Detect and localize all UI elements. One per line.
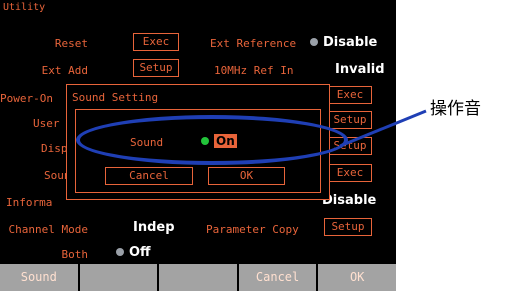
dialog-sound-label: Sound bbox=[130, 136, 164, 149]
both-value-text: Off bbox=[129, 245, 151, 260]
dialog-sound-value: On bbox=[214, 134, 237, 148]
ext-reference-value[interactable]: Disable bbox=[310, 35, 377, 50]
ext-reference-indicator-icon bbox=[310, 38, 318, 46]
both-value[interactable]: Off bbox=[116, 245, 151, 260]
parameter-copy-label: Parameter Copy bbox=[206, 223, 299, 236]
softkey-2[interactable] bbox=[79, 264, 158, 291]
ext-add-setup-button[interactable]: Setup bbox=[133, 59, 179, 77]
ext-reference-text: Disable bbox=[323, 35, 378, 50]
parameter-copy-setup-button[interactable]: Setup bbox=[324, 218, 372, 236]
both-label: Both bbox=[61, 248, 89, 261]
information-label: Informa bbox=[6, 196, 53, 209]
dialog-sound-toggle[interactable]: On bbox=[201, 134, 237, 148]
channel-mode-value[interactable]: Indep bbox=[133, 220, 175, 235]
channel-mode-label: Channel Mode bbox=[8, 223, 88, 236]
softkey-3[interactable] bbox=[159, 264, 237, 291]
dialog-title: Sound Setting bbox=[72, 91, 159, 104]
reset-exec-button[interactable]: Exec bbox=[133, 33, 179, 51]
softkey-bar: Sound Cancel OK bbox=[0, 264, 396, 291]
softkey-ok[interactable]: OK bbox=[318, 264, 396, 291]
softkey-sound[interactable]: Sound bbox=[0, 264, 78, 291]
both-indicator-icon bbox=[116, 248, 124, 256]
display-setup-button[interactable]: Setup bbox=[328, 137, 372, 155]
information-value: Disable bbox=[322, 193, 377, 208]
reset-label: Reset bbox=[54, 37, 88, 50]
callout-label: 操作音 bbox=[430, 99, 481, 119]
dialog-body: Sound On Cancel OK bbox=[75, 109, 321, 193]
sound-exec-button[interactable]: Exec bbox=[328, 164, 372, 182]
user-setup-button[interactable]: Setup bbox=[328, 111, 372, 129]
softkey-cancel[interactable]: Cancel bbox=[238, 264, 317, 291]
dialog-cancel-button[interactable]: Cancel bbox=[105, 167, 193, 185]
ref-in-label: 10MHz Ref In bbox=[214, 64, 294, 77]
instrument-screen: Utility Reset Exec Ext Reference Disable… bbox=[0, 0, 396, 291]
ext-reference-label: Ext Reference bbox=[210, 37, 297, 50]
ext-add-label: Ext Add bbox=[41, 64, 88, 77]
ref-in-value: Invalid bbox=[335, 62, 385, 77]
power-on-label: Power-On bbox=[0, 92, 53, 105]
sound-setting-dialog: Sound Setting Sound On Cancel OK bbox=[66, 84, 330, 200]
menu-title: Utility bbox=[3, 2, 46, 13]
dialog-ok-button[interactable]: OK bbox=[208, 167, 285, 185]
sound-on-indicator-icon bbox=[201, 137, 209, 145]
power-on-exec-button[interactable]: Exec bbox=[328, 86, 372, 104]
